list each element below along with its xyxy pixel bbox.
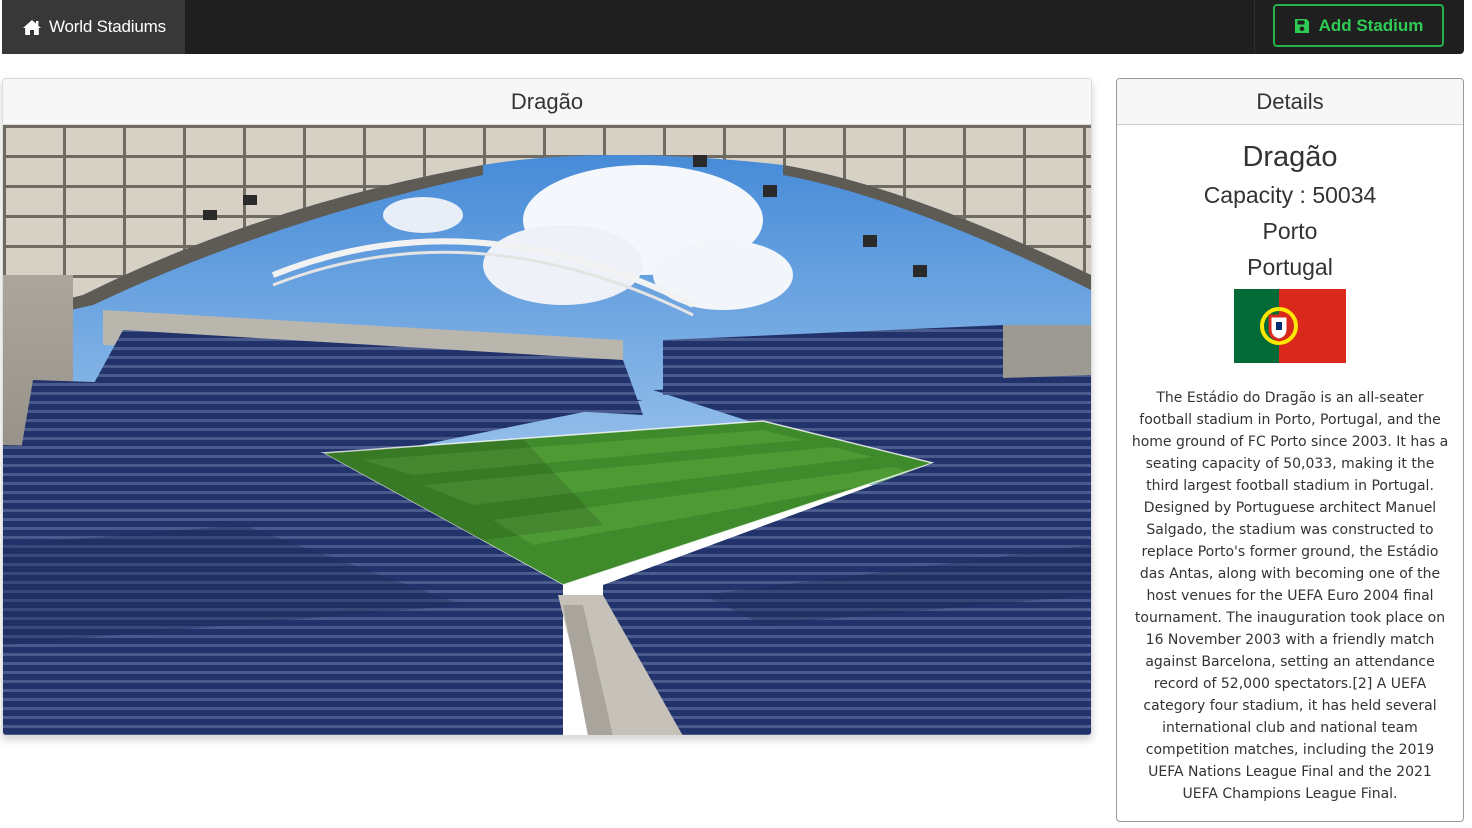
stadium-capacity: Capacity : 50034 [1203,182,1377,208]
stadium-description: The Estádio do Dragão is an all-seater f… [1131,390,1449,802]
save-icon [1294,18,1309,33]
stadium-name: Dragão [1242,141,1338,173]
stadium-card: Dragão [2,78,1092,736]
navbar: World Stadiums Add Stadium [2,0,1464,54]
stadium-photo [3,125,1091,735]
home-icon [23,19,41,35]
details-card: Details Dragão Capacity : 50034 Porto Po… [1116,78,1464,822]
details-header: Details [1117,79,1463,125]
portugal-flag-icon [1234,289,1346,363]
stadium-city: Porto [1262,218,1318,244]
details-body: Dragão Capacity : 50034 Porto Portugal T… [1117,125,1463,805]
nav-right: Add Stadium [1254,0,1464,54]
add-stadium-label: Add Stadium [1318,15,1424,35]
brand-label: World Stadiums [49,17,166,36]
stadium-card-title: Dragão [3,79,1091,125]
stadium-country: Portugal [1247,254,1333,280]
add-stadium-button[interactable]: Add Stadium [1273,4,1444,47]
brand-link[interactable]: World Stadiums [2,0,185,54]
